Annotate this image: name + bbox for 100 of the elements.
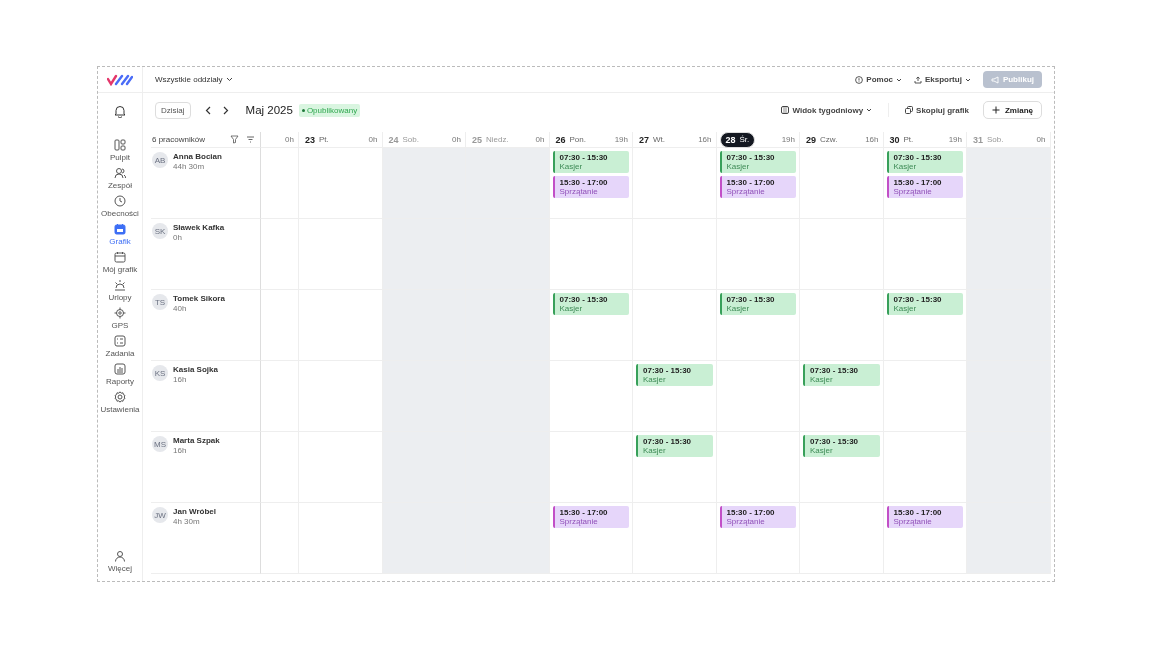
nav-item[interactable]: Urlopy [98,279,142,302]
day-cell[interactable]: 07:30 - 15:30 Kasjer [800,361,884,432]
add-shift-button[interactable]: Zmianę [983,101,1042,119]
employee-name: Marta Szpak [173,436,220,445]
day-label: 28 Śr. [719,131,756,148]
day-cell[interactable]: 07:30 - 15:30 Kasjer 15:30 - 17:00 Sprzątanie [883,148,967,219]
day-cell[interactable] [261,361,299,432]
shift-block[interactable]: 07:30 - 15:30 Kasjer [719,293,796,315]
nav-item[interactable]: Pulpit [98,139,142,162]
filter-icon[interactable] [230,135,239,144]
day-hours: 0h [452,135,461,144]
help-menu[interactable]: Pomoc [855,75,902,84]
settings-icon [114,391,126,403]
caret-icon [866,108,873,112]
nav-item[interactable]: Raporty [98,363,142,386]
dashboard-icon [114,139,126,151]
nav-item[interactable]: GPS [98,307,142,330]
nav-item[interactable]: Ustawienia [98,391,142,414]
more-button[interactable]: Więcej [98,550,142,573]
day-cell[interactable]: 15:30 - 17:00 Sprzątanie [716,503,800,574]
chevron-left-icon [204,105,211,115]
copy-schedule-button[interactable]: Skopiuj grafik [905,105,969,115]
shift-block[interactable]: 15:30 - 17:00 Sprzątanie [552,176,629,198]
day-cell[interactable]: 07:30 - 15:30 Kasjer [633,432,717,503]
day-cell[interactable] [261,148,299,219]
shift-block[interactable]: 07:30 - 15:30 Kasjer [552,293,629,315]
day-cell[interactable]: 07:30 - 15:30 Kasjer 15:30 - 17:00 Sprzątanie [549,148,633,219]
shift-block[interactable]: 07:30 - 15:30 Kasjer [636,435,713,457]
nav-item[interactable]: Grafik [98,223,142,246]
nav-item[interactable]: Mój grafik [98,251,142,274]
shift-block[interactable]: 07:30 - 15:30 Kasjer [803,435,880,457]
branch-dropdown[interactable]: Wszystkie oddziały [155,75,233,84]
day-cell[interactable]: 15:30 - 17:00 Sprzątanie [883,503,967,574]
upload-icon [913,75,922,84]
today-button[interactable]: Dzisiaj [155,101,191,119]
day-hours: 0h [285,135,294,144]
grid-icon [781,106,790,114]
day-cell[interactable]: 07:30 - 15:30 Kasjer [883,290,967,361]
nav-item[interactable]: Zadania [98,335,142,358]
day-cell[interactable] [261,503,299,574]
info-icon [855,75,864,84]
avatar: AB [152,152,168,168]
employee-name: Kasia Sojka [173,365,218,374]
day-hours: 0h [1036,135,1046,144]
avatar: SK [152,223,168,239]
shift-block[interactable]: 15:30 - 17:00 Sprzątanie [886,176,963,198]
day-hours: 19h [614,135,628,144]
caret-icon [225,77,233,82]
day-hours: 0h [368,135,378,144]
logo-icon [107,73,133,86]
shift-block[interactable]: 15:30 - 17:00 Sprzątanie [719,176,796,198]
shift-block[interactable]: 15:30 - 17:00 Sprzątanie [719,506,796,528]
sort-icon[interactable] [246,136,255,143]
shift-block[interactable]: 07:30 - 15:30 Kasjer [803,364,880,386]
view-dropdown[interactable]: Widok tygodniowy [781,105,873,115]
notifications-button[interactable] [114,105,126,119]
day-hours: 19h [948,135,962,144]
day-cell[interactable]: 15:30 - 17:00 Sprzątanie [549,503,633,574]
day-cell[interactable] [261,290,299,361]
employee-name: Anna Bocian [173,152,222,161]
shift-block[interactable]: 07:30 - 15:30 Kasjer [552,151,629,173]
day-hours: 19h [781,135,795,144]
day-cell[interactable] [261,432,299,503]
day-cell[interactable]: 07:30 - 15:30 Kasjer [716,290,800,361]
employee-name: Jan Wróbel [173,507,216,516]
shift-block[interactable]: 07:30 - 15:30 Kasjer [719,151,796,173]
day-label: 26 Pon. [555,134,586,145]
shift-block[interactable]: 07:30 - 15:30 Kasjer [886,293,963,315]
shift-block[interactable]: 07:30 - 15:30 Kasjer [886,151,963,173]
day-cell[interactable]: 07:30 - 15:30 Kasjer [549,290,633,361]
day-label: 24 Sob. [388,134,419,145]
status-badge: Opublikowany [298,103,361,117]
shift-block[interactable]: 15:30 - 17:00 Sprzątanie [552,506,629,528]
checklist-icon [114,335,126,347]
calendar-icon [114,223,126,235]
day-label: 31 Sob. [973,134,1004,145]
day-cell[interactable]: 07:30 - 15:30 Kasjer 15:30 - 17:00 Sprzątanie [716,148,800,219]
day-cell[interactable]: 07:30 - 15:30 Kasjer [633,361,717,432]
day-label: 30 Pt. [889,134,914,145]
avatar: KS [152,365,168,381]
employee-name: Sławek Kafka [173,223,225,232]
avatar: JW [152,507,168,523]
nav-item[interactable]: Zespół [98,167,142,190]
chart-icon [114,363,126,375]
employee-name: Tomek Sikora [173,294,225,303]
day-cell[interactable]: 07:30 - 15:30 Kasjer [800,432,884,503]
team-icon [114,167,126,179]
day-cell[interactable] [261,219,299,290]
megaphone-icon [990,75,1000,84]
day-hours: 16h [698,135,712,144]
nav-item[interactable]: Obecności [98,195,142,218]
caret-icon [895,77,902,82]
location-icon [114,307,126,319]
export-menu[interactable]: Eksportuj [913,75,971,84]
period-title: Maj 2025 [245,104,293,116]
shift-block[interactable]: 15:30 - 17:00 Sprzątanie [886,506,963,528]
employee-hours: 16h [173,446,188,455]
employee-hours: 16h [173,375,188,384]
shift-block[interactable]: 07:30 - 15:30 Kasjer [636,364,713,386]
day-label: 29 Czw. [806,134,838,145]
